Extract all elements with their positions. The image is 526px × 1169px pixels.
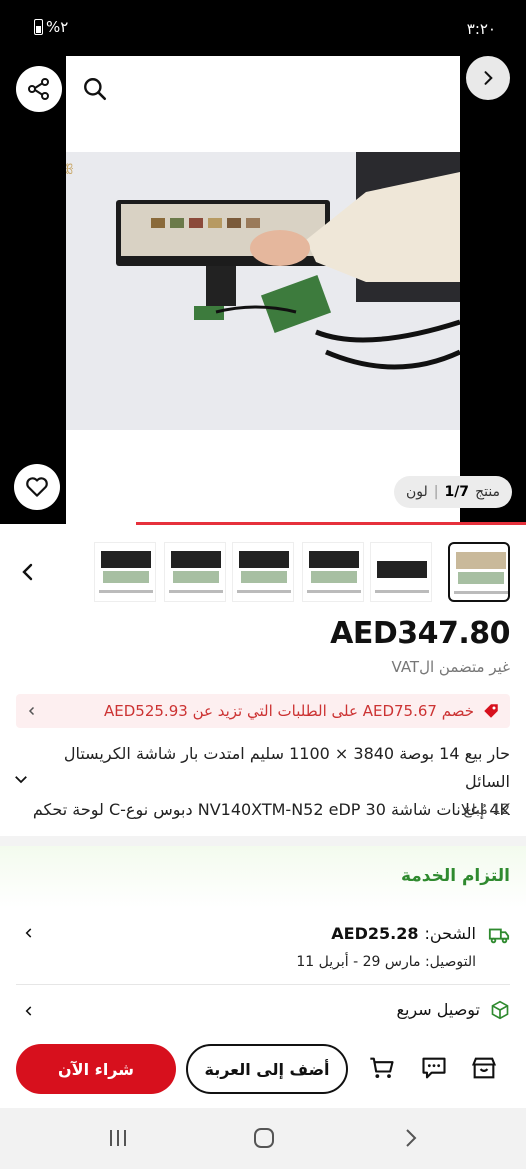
chevron-left-icon (25, 1006, 32, 1016)
status-bar: ٣:٢٠ %٢ (0, 0, 526, 56)
purchase-bar: أضف إلى العربة شراء الآن (0, 1040, 526, 1102)
battery-icon (34, 19, 43, 35)
share-button[interactable] (16, 66, 62, 112)
search-button[interactable] (72, 66, 118, 112)
chevron-right-icon (484, 71, 493, 85)
gallery-progress-bar (136, 522, 526, 525)
shipping-label: الشحن: (424, 924, 477, 943)
counter-divider: | (433, 484, 439, 500)
vat-note: غير متضمن الVAT (391, 658, 510, 676)
svg-text:ꕥ: ꕥ (66, 162, 74, 178)
recent-apps-icon[interactable] (106, 1126, 130, 1150)
image-counter: منتج 1/7 | لون (394, 476, 512, 508)
product-price: AED347.80 (330, 616, 510, 651)
thumbnail[interactable] (448, 542, 510, 602)
discount-condition: على الطلبات التي تزيد عن (192, 702, 358, 720)
product-gallery[interactable]: ꕥ منتج 1/7 | لون (0, 56, 526, 524)
discount-prefix: خصم (441, 702, 474, 720)
thumbnail[interactable] (94, 542, 156, 602)
status-time: ٣:٢٠ (466, 20, 496, 38)
back-icon[interactable] (398, 1126, 422, 1150)
battery-percent: %٢ (46, 18, 69, 36)
product-title[interactable]: حار بيع 14 بوصة 3840 × 1100 سليم امتدت ب… (15, 740, 510, 824)
color-label: لون (405, 484, 428, 500)
share-icon (28, 78, 49, 100)
tag-icon (484, 704, 498, 718)
next-image-button[interactable] (466, 56, 510, 100)
system-navigation-bar (0, 1108, 526, 1169)
delivery-dates: التوصيل: مارس 29 - أبريل 11 (296, 954, 476, 970)
battery-indicator: %٢ (34, 18, 68, 36)
search-icon (84, 78, 107, 101)
row-divider (16, 984, 510, 985)
chevron-left-icon (25, 928, 32, 938)
chat-icon[interactable] (420, 1054, 448, 1082)
shipping-row[interactable]: الشحن: AED25.28 التوصيل: مارس 29 - أبريل… (16, 924, 510, 980)
chevron-left-icon (28, 706, 35, 716)
thumbnail[interactable] (232, 542, 294, 602)
chevron-down-icon[interactable] (12, 770, 30, 788)
home-icon[interactable] (252, 1126, 276, 1150)
thumbnail-strip[interactable] (0, 538, 526, 604)
shipping-price: AED25.28 (331, 924, 419, 943)
truck-icon (488, 928, 510, 944)
heart-icon (26, 477, 48, 497)
favorite-button[interactable] (14, 464, 60, 510)
counter-value: 1/7 (444, 484, 470, 500)
cart-icon[interactable] (368, 1054, 396, 1082)
title-line-1: حار بيع 14 بوصة 3840 × 1100 سليم امتدت ب… (63, 744, 510, 791)
discount-threshold: AED525.93 (104, 702, 188, 720)
title-line-2: 4K إعلانات شاشة NV140XTM-N52 eDP 30 دبوس… (32, 800, 510, 819)
thumbnails-next-icon[interactable] (16, 560, 40, 584)
thumbnail[interactable] (302, 542, 364, 602)
product-image[interactable]: ꕥ (66, 152, 460, 430)
sold-count: 12 مُباع (463, 802, 510, 818)
discount-banner[interactable]: خصم AED75.67 على الطلبات التي تزيد عن AE… (16, 694, 510, 728)
discount-text: خصم AED75.67 على الطلبات التي تزيد عن AE… (46, 702, 474, 720)
service-heading: التزام الخدمة (400, 866, 510, 886)
discount-amount: AED75.67 (362, 702, 437, 720)
section-divider (0, 836, 526, 846)
fast-delivery-row[interactable]: توصيل سريع (16, 998, 510, 1026)
shipping-line: الشحن: AED25.28 (331, 924, 476, 943)
counter-label: منتج (475, 484, 501, 500)
box-icon (491, 1000, 509, 1020)
add-to-cart-button[interactable]: أضف إلى العربة (186, 1044, 348, 1094)
store-icon[interactable] (470, 1054, 498, 1082)
buy-now-button[interactable]: شراء الآن (16, 1044, 176, 1094)
thumbnail[interactable] (370, 542, 432, 602)
thumbnail[interactable] (164, 542, 226, 602)
fast-delivery-label: توصيل سريع (396, 1000, 480, 1019)
service-commitment: التزام الخدمة (0, 846, 526, 908)
